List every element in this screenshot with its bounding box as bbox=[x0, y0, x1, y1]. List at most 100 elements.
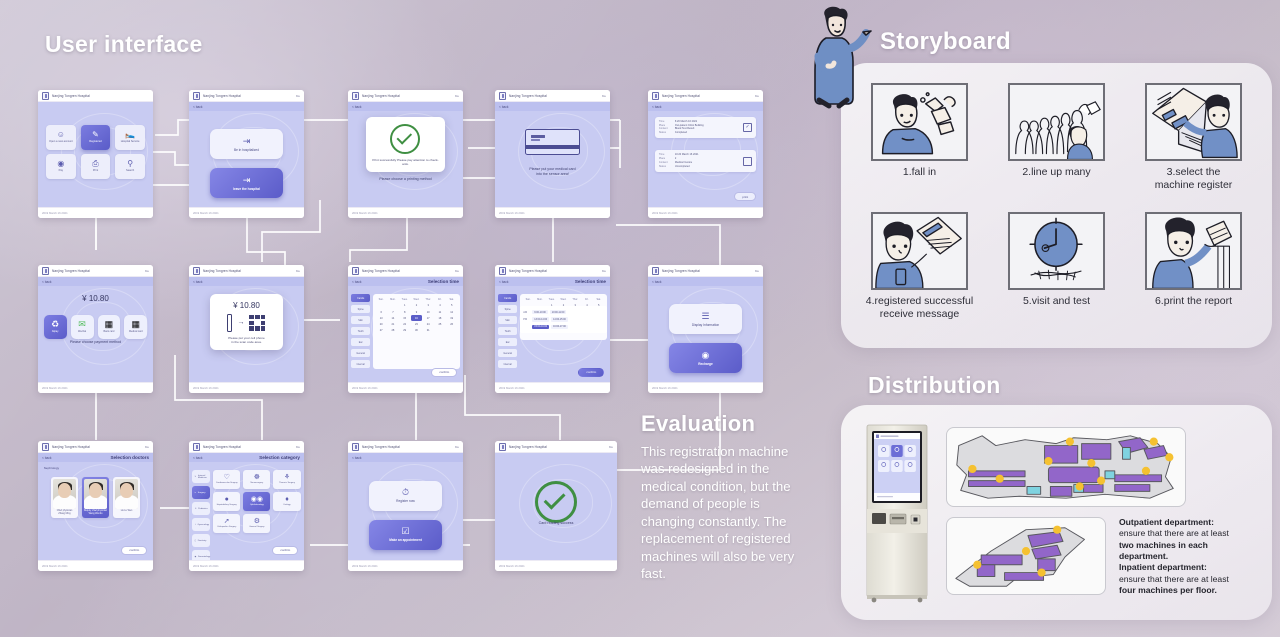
empty-box-icon[interactable] bbox=[743, 156, 753, 166]
dept-option[interactable]: General bbox=[498, 348, 517, 358]
me-link[interactable]: Me bbox=[455, 94, 459, 98]
tile-search[interactable]: ⚲ Search bbox=[115, 154, 145, 180]
screen-display-recharge[interactable]: Nanjing Tongren Hospital Me < back ☰ Disp… bbox=[648, 265, 763, 393]
print-button[interactable]: print bbox=[734, 192, 757, 201]
cat-orthopedics-surgery[interactable]: ➚ Orthopedics Surgery bbox=[213, 514, 241, 534]
dept-option[interactable]: Spine bbox=[498, 304, 517, 314]
cat-urology[interactable]: ♦ Urology bbox=[273, 492, 301, 512]
me-link[interactable]: Me bbox=[602, 94, 606, 98]
back-button[interactable]: < back bbox=[193, 105, 202, 109]
payment-alipay[interactable]: ♻Alipay bbox=[43, 314, 67, 339]
dept-option[interactable]: Skin bbox=[351, 315, 370, 325]
screen-selection-time-slot[interactable]: Nanjing Tongren Hospital Me < back Selec… bbox=[495, 265, 610, 393]
button-be-in-hospitalized[interactable]: ⇥ Be in hospitalized bbox=[209, 129, 284, 160]
button-recharge[interactable]: ◉ Recharge bbox=[668, 343, 743, 374]
record-row[interactable]: Time 6:20 March 16 2021 Place Out-patient … bbox=[654, 116, 757, 139]
tile-registered[interactable]: ✎ Registered bbox=[80, 125, 111, 151]
me-link[interactable]: Me bbox=[296, 445, 300, 449]
side-internal-medicine[interactable]: ⚔ Internal Medicine bbox=[192, 470, 210, 484]
back-button[interactable]: < back bbox=[352, 280, 361, 284]
cat-hepatobiliary-surgery[interactable]: ● Hepatobiliary Surgery bbox=[213, 492, 241, 512]
doctor-card[interactable]: Chief physician Zhang Ming bbox=[51, 476, 78, 518]
dept-option[interactable]: Skin bbox=[498, 315, 517, 325]
screen-records[interactable]: Nanjing Tongren Hospital Me < back Time 6… bbox=[648, 90, 763, 218]
cat-neurosurgery[interactable]: ☸ Neurosurgery bbox=[243, 470, 271, 490]
dept-option[interactable]: Internal bbox=[498, 359, 517, 369]
dept-option[interactable]: Internal bbox=[351, 359, 370, 369]
checked-box-icon[interactable]: ✓ bbox=[743, 122, 753, 132]
screen-selection-time-date[interactable]: Nanjing Tongren Hospital Me < back Selec… bbox=[348, 265, 463, 393]
tile-open-account[interactable]: ☺ Open a new account bbox=[46, 125, 76, 151]
dept-option[interactable]: Spine bbox=[351, 304, 370, 314]
side-dentistry[interactable]: ◻ Dentistry bbox=[192, 534, 210, 548]
payment-wechat[interactable]: ✉Wechat bbox=[70, 314, 94, 339]
me-link[interactable]: Me bbox=[145, 445, 149, 449]
tile-pay[interactable]: ◉ Pay bbox=[46, 154, 76, 180]
side-gynecology[interactable]: ♀ Gynecology bbox=[192, 518, 210, 532]
me-link[interactable]: Me bbox=[609, 445, 613, 449]
me-link[interactable]: Me bbox=[455, 269, 459, 273]
back-button[interactable]: < back bbox=[42, 456, 51, 460]
confirm-button[interactable]: confirm bbox=[431, 367, 458, 377]
back-button[interactable]: < back bbox=[193, 456, 202, 460]
me-link[interactable]: Me bbox=[455, 445, 459, 449]
me-link[interactable]: Me bbox=[755, 94, 759, 98]
side-pediatrics[interactable]: ☺ Pediatrics bbox=[192, 502, 210, 516]
payment-bank-card[interactable]: ▦ Bank card bbox=[97, 314, 121, 339]
screen-header: Nanjing Tongren Hospital bbox=[38, 90, 153, 102]
screen-navbar: < back Selection doctors bbox=[38, 453, 153, 462]
cat-ophthalmology[interactable]: ◉◉ Ophthalmology bbox=[243, 492, 271, 512]
dept-option[interactable]: Ear bbox=[498, 337, 517, 347]
me-link[interactable]: Me bbox=[145, 269, 149, 273]
tile-hospital-service[interactable]: 🛌 Hospital Service bbox=[115, 125, 145, 151]
button-display-information[interactable]: ☰ Display Information bbox=[668, 304, 743, 335]
dept-option[interactable]: Tooth bbox=[498, 326, 517, 336]
screen-scan-code[interactable]: Nanjing Tongren Hospital Me < back ♻Alip… bbox=[189, 265, 304, 393]
me-link[interactable]: Me bbox=[296, 94, 300, 98]
calendar[interactable]: Sun. Mon. Tues. Wed. Thur. Fri. Sat. 123… bbox=[373, 293, 460, 370]
screen-print-success[interactable]: Nanjing Tongren Hospital Me < back Pleas… bbox=[348, 90, 463, 218]
me-link[interactable]: Me bbox=[602, 269, 606, 273]
screen-card-reading-success[interactable]: Nanjing Tongren Hospital Me Card reading… bbox=[495, 441, 617, 571]
dept-option[interactable]: Ear bbox=[351, 337, 370, 347]
back-button[interactable]: < back bbox=[193, 280, 202, 284]
side-dermatology[interactable]: ◉ Dermatology bbox=[192, 550, 210, 560]
dept-option[interactable]: Cardio bbox=[498, 293, 517, 303]
side-surgery[interactable]: ✂ Surgery bbox=[192, 486, 210, 500]
button-leave-the-hospital[interactable]: ⇥ leave the hospital bbox=[209, 168, 284, 199]
cat-general-surgery[interactable]: ⚙ General Surgery bbox=[243, 514, 271, 534]
button-make-an-appointment[interactable]: ☑ Make an appointment bbox=[368, 519, 443, 550]
dept-option[interactable]: Tooth bbox=[351, 326, 370, 336]
confirm-button[interactable]: confirm bbox=[578, 367, 605, 377]
back-button[interactable]: < back bbox=[352, 456, 361, 460]
cat-cardiovascular-surgery[interactable]: ♡ Cardiovascular Surgery bbox=[213, 470, 241, 490]
payment-medical-card[interactable]: ▦ Medical card bbox=[124, 314, 148, 339]
cat-thoracic-surgery[interactable]: ⚘ Thoracic Surgery bbox=[273, 470, 301, 490]
screen-register-appointment[interactable]: Nanjing Tongren Hospital Me < back ⏱ Regi… bbox=[348, 441, 463, 571]
screen-medical-card[interactable]: Nanjing Tongren Hospital Me < back Pleas… bbox=[495, 90, 610, 218]
time-slot-table[interactable]: AM 9:00-10:00 10:00-11:00 PM 13:00-14:00… bbox=[520, 306, 607, 333]
me-link[interactable]: Me bbox=[296, 269, 300, 273]
screen-selection-doctors[interactable]: Nanjing Tongren Hospital Me < back Selec… bbox=[38, 441, 153, 571]
confirm-button[interactable]: confirm bbox=[121, 545, 148, 555]
back-button[interactable]: < back bbox=[499, 105, 508, 109]
screen-payment-method[interactable]: Nanjing Tongren Hospital Me < back ¥ 10.… bbox=[38, 265, 153, 393]
confirm-button[interactable]: confirm bbox=[272, 545, 299, 555]
doctor-card[interactable]: Liu Lu Wen bbox=[113, 476, 140, 518]
screen-selection-category[interactable]: Nanjing Tongren Hospital Me < back Selec… bbox=[189, 441, 304, 571]
back-button[interactable]: < back bbox=[499, 280, 508, 284]
back-button[interactable]: < back bbox=[652, 105, 661, 109]
back-button[interactable]: < back bbox=[42, 280, 51, 284]
dept-option[interactable]: Cardio bbox=[351, 293, 370, 303]
back-button[interactable]: < back bbox=[352, 105, 361, 109]
doctor-card-selected[interactable]: Deputy chief physician Wang Wenbo bbox=[82, 476, 109, 518]
screen-home[interactable]: Nanjing Tongren Hospital ☺ Open a new acc… bbox=[38, 90, 153, 218]
back-button[interactable]: < back bbox=[652, 280, 661, 284]
screen-hospitalization[interactable]: Nanjing Tongren Hospital Me < back ⇥ Be i… bbox=[189, 90, 304, 218]
tile-print[interactable]: ⎙ Print bbox=[80, 154, 111, 180]
dept-option[interactable]: General bbox=[351, 348, 370, 358]
selected-slot[interactable]: 15:00-16:00 bbox=[532, 324, 550, 330]
me-link[interactable]: Me bbox=[755, 269, 759, 273]
button-register-now[interactable]: ⏱ Register now bbox=[368, 480, 443, 511]
record-row[interactable]: Time 10:20 March 16 2021 Place 2 Content Me… bbox=[654, 150, 757, 172]
